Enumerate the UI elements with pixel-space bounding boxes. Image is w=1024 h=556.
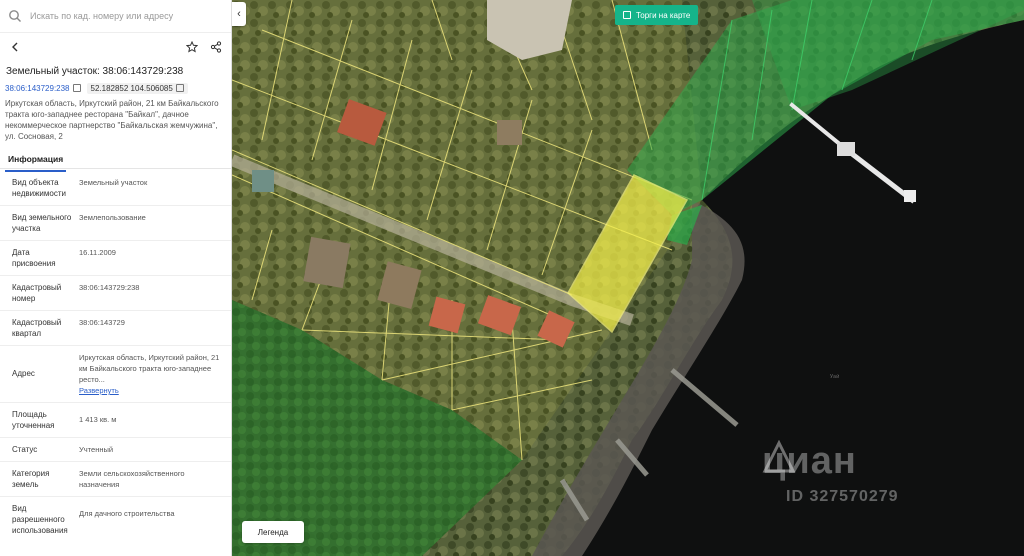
lake-label: Уай (830, 373, 839, 380)
info-row: Вид земельного участка Землепользование (0, 206, 231, 241)
object-title: Земельный участок: 38:06:143729:238 (6, 66, 184, 77)
info-row: Статус Учтенный (0, 438, 231, 462)
chevron-left-icon: ‹ (237, 8, 241, 20)
info-value: Учтенный (79, 445, 114, 454)
search-input[interactable] (30, 11, 210, 21)
coordinates-chip[interactable]: 52.182852 104.506085 (86, 82, 188, 94)
sidebar-panel: Земельный участок: 38:06:143729:238 38:0… (0, 0, 232, 556)
satellite-map[interactable]: Уай (232, 0, 1024, 556)
address-value: Иркутская область, Иркутский район, 21 к… (79, 353, 220, 384)
info-row: Адрес Иркутская область, Иркутский район… (0, 346, 231, 403)
info-key: Дата присвоения (12, 248, 56, 268)
info-value: Земли сельскохозяйственного назначения (79, 469, 185, 489)
auction-on-map-button[interactable]: Торги на карте (615, 5, 699, 25)
info-value: 16.11.2009 (79, 248, 116, 257)
info-value: 38:06:143729:238 (79, 283, 140, 292)
expand-address-link[interactable]: Развернуть (79, 385, 226, 396)
app-root: Уай циан ID 327570279 Торги на карте Лег… (0, 0, 1024, 556)
info-key: Вид разрешенного использования (12, 504, 68, 535)
coordinates-value: 52.182852 104.506085 (90, 83, 173, 93)
info-table: Вид объекта недвижимости Земельный участ… (0, 169, 231, 542)
map-view[interactable]: Уай циан ID 327570279 Торги на карте Лег… (232, 0, 1024, 556)
tab-information[interactable]: Информация (5, 152, 67, 172)
info-key: Кадастровый номер (12, 283, 62, 303)
object-toolbar (0, 35, 231, 59)
info-key: Вид объекта недвижимости (12, 178, 66, 198)
info-row: Кадастровый номер 38:06:143729:238 (0, 276, 231, 311)
info-key: Статус (12, 445, 38, 454)
legend-button[interactable]: Легенда (242, 521, 304, 543)
auction-button-label: Торги на карте (636, 10, 691, 20)
info-value: Иркутская область, Иркутский район, 21 к… (75, 352, 226, 396)
cian-watermark: циан ID 327570279 (762, 440, 898, 505)
cian-logo-icon (762, 440, 796, 473)
info-key: Вид земельного участка (12, 213, 72, 233)
info-key: Кадастровый квартал (12, 318, 62, 338)
info-value: 38:06:143729 (79, 318, 125, 327)
info-value: Земельный участок (79, 178, 148, 187)
copy-icon[interactable] (175, 84, 184, 92)
checkbox-icon[interactable] (623, 11, 631, 19)
cadastral-number-link[interactable]: 38:06:143729:238 (5, 84, 81, 93)
info-value: Землепользование (79, 213, 146, 222)
info-row: Кадастровый квартал 38:06:143729 (0, 311, 231, 346)
info-row: Категория земель Земли сельскохозяйствен… (0, 462, 231, 497)
object-address: Иркутская область, Иркутский район, 21 к… (5, 99, 219, 141)
info-key: Адрес (12, 369, 35, 378)
watermark-id: ID 327570279 (786, 488, 899, 505)
collapse-sidebar-button[interactable]: ‹ (232, 2, 246, 26)
info-row: Площадь уточненная 1 413 кв. м (0, 403, 231, 438)
star-icon[interactable] (185, 40, 199, 54)
cadastral-number: 38:06:143729:238 (5, 83, 70, 93)
info-key: Площадь уточненная (12, 410, 55, 430)
info-key: Категория земель (12, 469, 50, 489)
object-identifiers: 38:06:143729:238 52.182852 104.506085 (0, 79, 231, 95)
tab-bar: Информация (0, 149, 231, 172)
copy-icon[interactable] (72, 84, 81, 92)
info-row: Дата присвоения 16.11.2009 (0, 241, 231, 276)
search-icon (9, 10, 21, 22)
info-value: Для дачного строительства (79, 509, 175, 518)
share-icon[interactable] (209, 40, 223, 54)
info-row: Вид объекта недвижимости Земельный участ… (0, 169, 231, 206)
info-row: Вид разрешенного использования Для дачно… (0, 497, 231, 542)
search-bar (0, 0, 231, 33)
back-icon[interactable] (8, 40, 22, 54)
info-value: 1 413 кв. м (79, 415, 117, 424)
